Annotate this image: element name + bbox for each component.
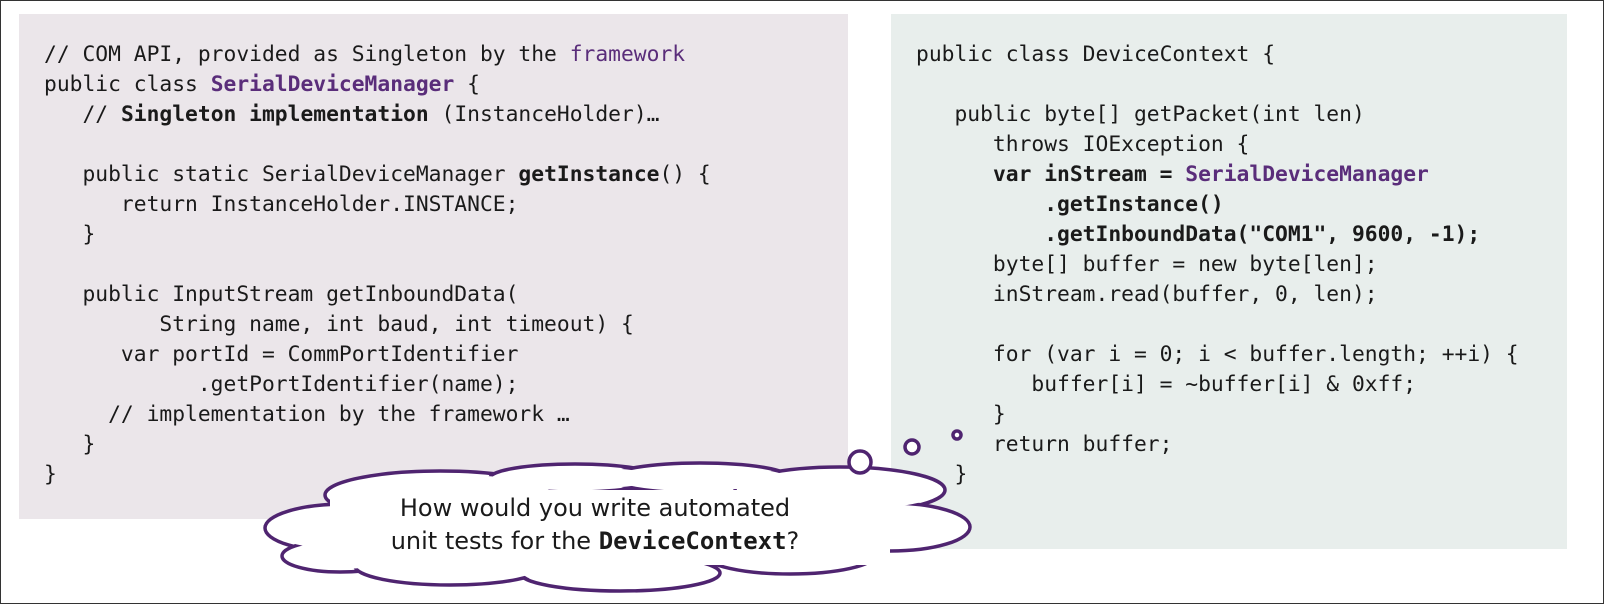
callout-line-2: unit tests for the DeviceContext? [390, 527, 800, 555]
thought-bubble-medium [903, 438, 921, 456]
thought-bubble-small [951, 429, 963, 441]
callout-line-1: How would you write automated [399, 494, 791, 522]
callout-question: How would you write automated unit tests… [300, 492, 890, 558]
thought-bubble-large [847, 449, 873, 475]
device-context-term: DeviceContext [598, 527, 787, 555]
